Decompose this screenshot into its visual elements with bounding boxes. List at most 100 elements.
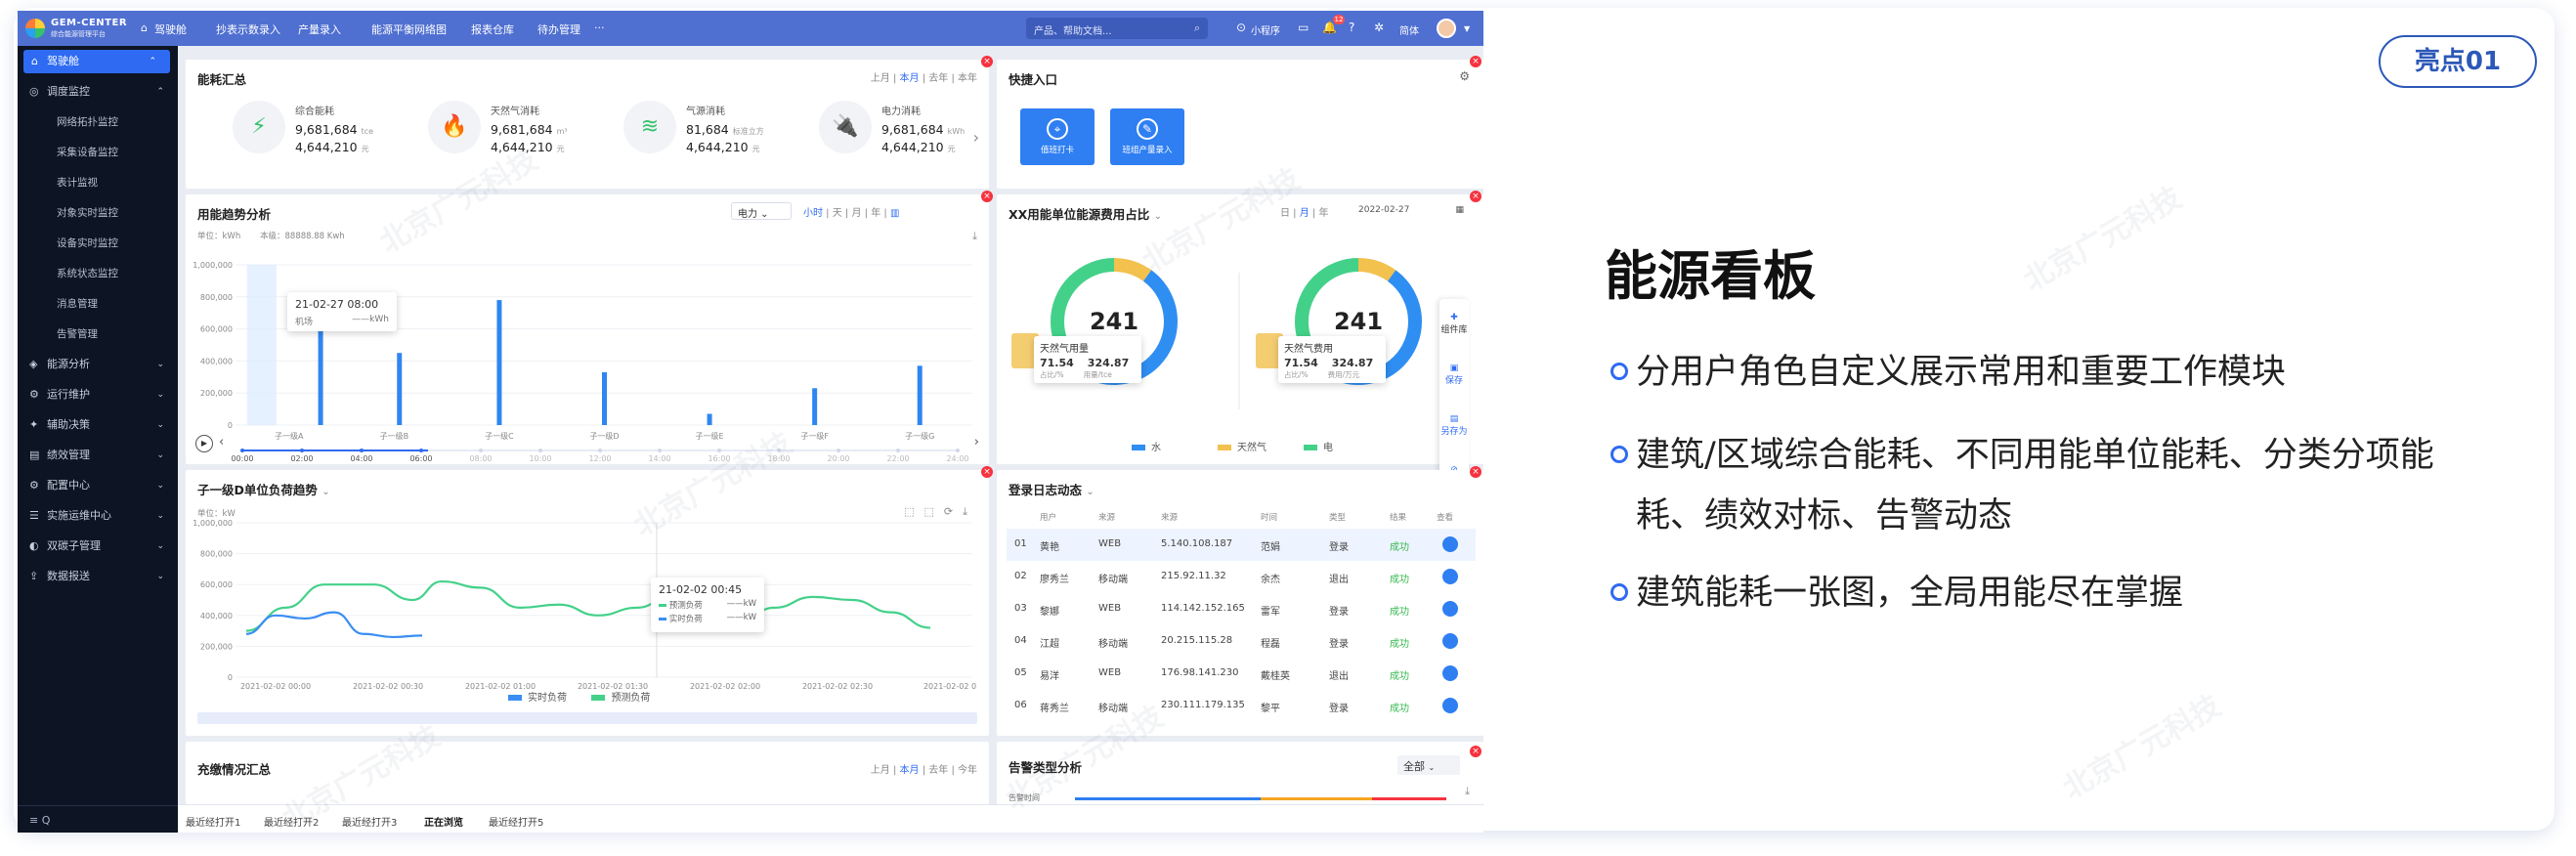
nav-reports[interactable]: 报表仓库 (471, 21, 514, 37)
timeline-dot[interactable] (896, 449, 900, 452)
nav-cockpit[interactable]: 驾驶舱 (154, 21, 187, 37)
table-row[interactable]: 03 黎娜 WEB 114.142.152.165 雷军 登录 成功 (1007, 593, 1476, 625)
timeline-dot[interactable] (479, 449, 483, 452)
bar[interactable] (602, 371, 607, 425)
table-row[interactable]: 06 蒋秀兰 移动端 230.111.179.135 黎平 登录 成功 (1007, 690, 1476, 722)
alarm-filter-select[interactable]: 全部 ⌄ (1397, 755, 1460, 775)
view-icon[interactable] (1442, 633, 1458, 649)
bar[interactable] (397, 353, 403, 425)
play-icon[interactable]: ▶ (195, 435, 213, 452)
nav-todo[interactable]: 待办管理 (537, 21, 580, 37)
sidebar-item[interactable]: ⚙ 配置中心 ⌄ (18, 474, 178, 497)
current-tab[interactable]: 正在浏览 (424, 814, 463, 833)
save-as-button[interactable]: ▤ 另存为 (1439, 414, 1469, 437)
download-icon[interactable]: ⤓ (1465, 785, 1470, 798)
timeline-dot[interactable] (837, 449, 840, 452)
tab-this-month[interactable]: 本月 (900, 73, 920, 84)
sidebar-item[interactable]: ☰ 实施运维中心 ⌄ (18, 504, 178, 528)
timeline-dot[interactable] (956, 449, 960, 452)
view-icon[interactable] (1442, 698, 1458, 713)
sidebar-item[interactable]: 对象实时监控 (18, 201, 178, 225)
tab-last-month[interactable]: 上月 (871, 765, 890, 776)
view-icon[interactable] (1442, 536, 1458, 552)
timeline-dot[interactable] (658, 449, 662, 452)
prev-icon[interactable]: ‹ (219, 435, 224, 449)
miniapp-icon[interactable]: ⊙ (1236, 21, 1246, 34)
timeline-dot[interactable] (360, 449, 364, 452)
search-icon[interactable]: ⌕ (1194, 21, 1200, 35)
timeline-dot[interactable] (538, 449, 542, 452)
sidebar-item[interactable]: ⚙ 运行维护 ⌄ (18, 383, 178, 407)
sidebar-footer[interactable]: ≡ Q (18, 805, 178, 833)
nav-balance-graph[interactable]: 能源平衡网络图 (371, 21, 447, 37)
tab-last-month[interactable]: 上月 (871, 73, 890, 84)
view-icon[interactable] (1442, 665, 1458, 681)
tab-this-year[interactable]: 今年 (958, 765, 977, 776)
recent-tab-1[interactable]: 最近经打开1 (186, 814, 240, 829)
tab-this-month[interactable]: 本月 (900, 765, 920, 776)
tab-this-year[interactable]: 本年 (958, 73, 977, 84)
nav-meter-entry[interactable]: 抄表示数录入 (216, 21, 280, 37)
timeline-dot[interactable] (300, 449, 304, 452)
recent-tab-3[interactable]: 最近经打开3 (342, 814, 397, 829)
sidebar-item[interactable]: 消息管理 (18, 292, 178, 316)
table-row[interactable]: 02 廖秀兰 移动端 215.92.11.32 余杰 退出 成功 (1007, 561, 1476, 593)
save-button[interactable]: ▣ 保存 (1439, 364, 1469, 386)
sidebar-item[interactable]: ◐ 双碳子管理 ⌄ (18, 535, 178, 558)
sidebar-item[interactable]: 网络拓扑监控 (18, 110, 178, 134)
message-icon[interactable]: ▭ (1298, 21, 1309, 34)
widget-library-button[interactable]: ✚ 组件库 (1439, 313, 1469, 335)
sidebar-item[interactable]: 设备实时监控 (18, 232, 178, 255)
sidebar-item[interactable]: ⇪ 数据报送 ⌄ (18, 565, 178, 588)
logo[interactable]: GEM-CENTER 综合能源管理平台 (25, 17, 133, 40)
zoom-slider[interactable] (197, 712, 977, 724)
legend-item[interactable]: 电 (1304, 439, 1333, 453)
legend-item[interactable]: 天然气 (1218, 439, 1267, 453)
timeline-dot[interactable] (240, 449, 244, 452)
table-row[interactable]: 01 黄艳 WEB 5.140.108.187 范娟 登录 成功 (1007, 529, 1476, 561)
sidebar-item[interactable]: 系统状态监控 (18, 262, 178, 285)
bar[interactable] (917, 365, 923, 425)
close-icon[interactable]: × (981, 56, 993, 67)
sidebar-item[interactable]: ◎ 调度监控 ⌃ (18, 80, 178, 104)
sidebar-item[interactable]: 表计监视 (18, 171, 178, 194)
bar[interactable] (496, 300, 502, 425)
sidebar-item[interactable]: ▤ 绩效管理 ⌄ (18, 444, 178, 467)
miniapp-label[interactable]: 小程序 (1251, 22, 1280, 37)
legend-item[interactable]: 水 (1132, 439, 1161, 453)
bar[interactable] (812, 388, 818, 425)
close-icon[interactable]: × (1470, 466, 1481, 478)
table-row[interactable]: 05 易洋 WEB 176.98.141.230 戴桂英 退出 成功 (1007, 658, 1476, 690)
timeline-dot[interactable] (419, 449, 423, 452)
sidebar-item[interactable]: 告警管理 (18, 322, 178, 346)
chevron-down-icon[interactable]: ▼ (1464, 24, 1470, 33)
search-input[interactable]: 产品、帮助文档... ⌕ (1026, 18, 1208, 39)
close-icon[interactable]: × (1470, 56, 1481, 67)
view-icon[interactable] (1442, 569, 1458, 584)
sidebar-item[interactable]: ⌂ 驾驶舱 ⌃ (23, 50, 170, 73)
table-row[interactable]: 04 江超 移动端 20.215.115.28 程磊 登录 成功 (1007, 625, 1476, 658)
nav-more[interactable]: ··· (594, 21, 605, 34)
realtime-load-line[interactable] (245, 611, 423, 639)
nav-output-entry[interactable]: 产量录入 (298, 21, 341, 37)
next-icon[interactable]: › (974, 435, 979, 449)
settings-icon[interactable]: ⚙ (1459, 69, 1470, 83)
view-icon[interactable] (1442, 601, 1458, 617)
avatar[interactable] (1437, 19, 1456, 38)
sidebar-item[interactable]: ✦ 辅助决策 ⌄ (18, 413, 178, 437)
gear-icon[interactable]: ✲ (1374, 21, 1384, 34)
timeline-dot[interactable] (598, 449, 602, 452)
checkin-button[interactable]: ⌖ 值班打卡 (1020, 108, 1095, 165)
tab-last-year[interactable]: 去年 (928, 765, 948, 776)
next-arrow-icon[interactable]: › (973, 128, 979, 147)
help-icon[interactable]: ? (1349, 21, 1354, 34)
output-entry-button[interactable]: ✎ 班组产量录入 (1110, 108, 1184, 165)
bar[interactable] (318, 321, 323, 425)
tab-last-year[interactable]: 去年 (928, 73, 948, 84)
bar[interactable] (707, 413, 712, 425)
language-switch[interactable]: 简体 (1399, 22, 1419, 37)
recent-tab-5[interactable]: 最近经打开5 (489, 814, 543, 829)
sidebar-item[interactable]: ◈ 能源分析 ⌄ (18, 353, 178, 376)
close-icon[interactable]: × (1470, 746, 1481, 757)
sidebar-item[interactable]: 采集设备监控 (18, 141, 178, 164)
